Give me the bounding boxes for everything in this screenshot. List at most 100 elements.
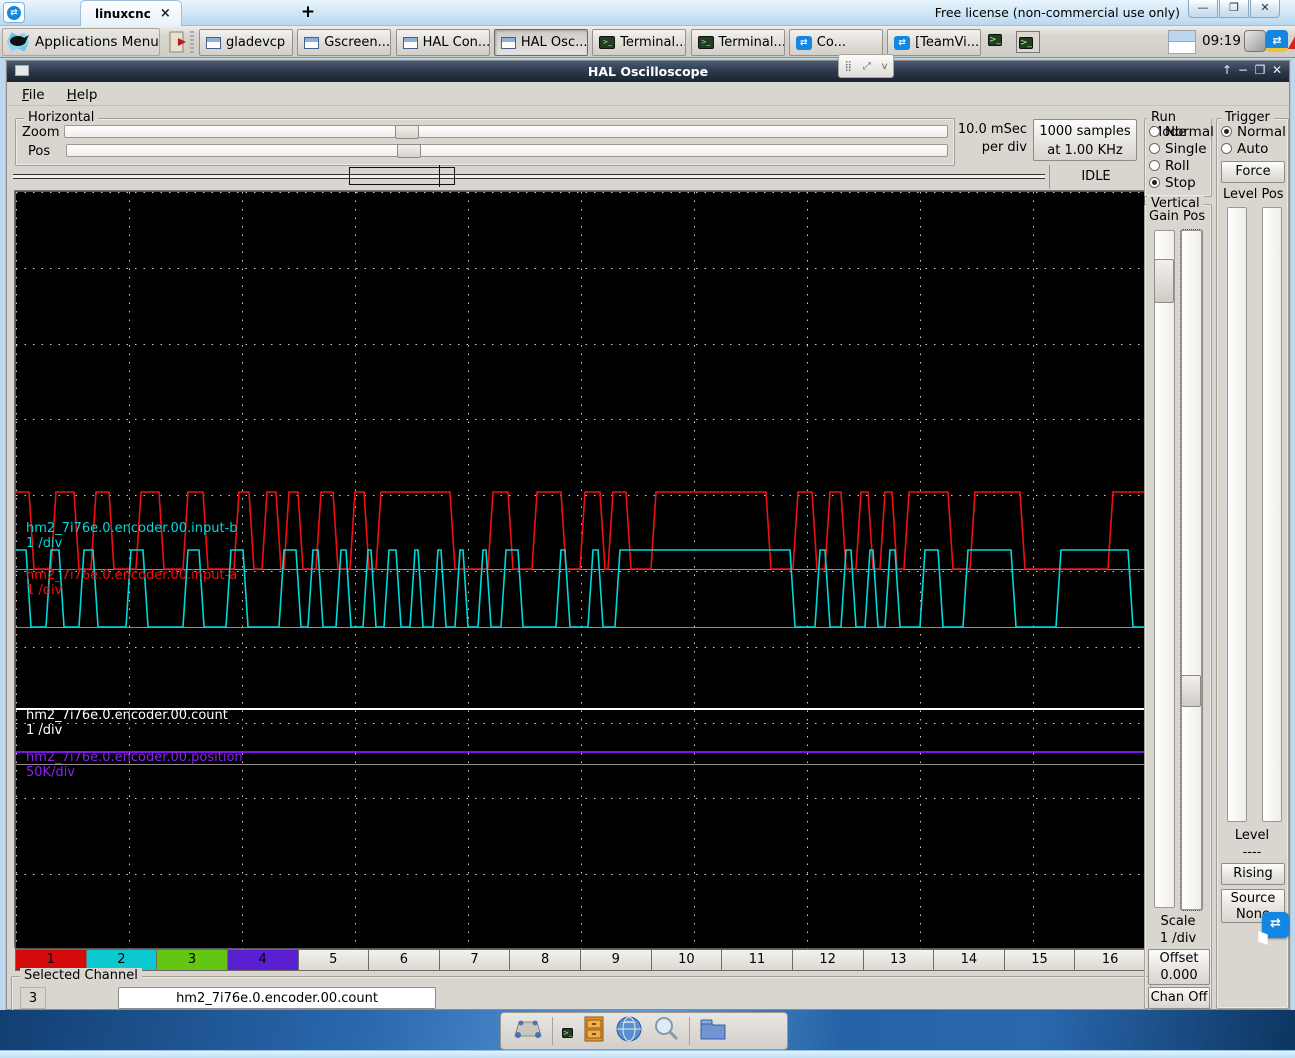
channel-button-9[interactable]: 9 [580,949,652,971]
radio-label: Stop [1165,174,1196,191]
taskbar-button-terminal-[interactable]: >_ Terminal... [592,29,687,56]
radio-label: Normal [1237,123,1286,140]
selected-channel-number: 3 [20,987,46,1009]
gain-pos-header: Gain Pos [1149,209,1206,224]
channel-button-15[interactable]: 15 [1003,949,1076,971]
new-tab-button[interactable]: + [295,3,321,23]
trigger-option-auto[interactable]: Auto [1221,140,1287,157]
radio-label: Normal [1165,123,1214,140]
teamviewer-collapsed-toolbar[interactable]: ⣿ ⤢ v [838,54,894,78]
menubar: File Help [8,83,1289,106]
minimize-button[interactable]: — [1188,0,1218,18]
channel-button-8[interactable]: 8 [509,949,581,971]
tool-tray-icon[interactable] [1244,30,1266,52]
browser-tab-linuxcnc[interactable]: linuxcnc × [80,0,182,26]
channel-button-7[interactable]: 7 [438,949,511,971]
hpos-slider[interactable] [66,144,948,158]
zoom-slider[interactable] [64,125,948,139]
offset-button[interactable]: Offset 0.000 [1148,949,1210,985]
run-mode-option-roll[interactable]: Roll [1149,157,1211,174]
teamviewer-tray-icon[interactable]: ⇄ [1266,30,1288,52]
run-mode-option-single[interactable]: Single [1149,140,1211,157]
vertical-pos-handle[interactable] [1181,675,1201,707]
maximize-button[interactable]: ❐ [1219,0,1249,18]
dock-launcher-terminal-icon[interactable]: >_ [562,1024,574,1039]
taskbar-button-co-[interactable]: ⇄ Co... [788,29,883,56]
taskbar-button-label: Co... [816,35,846,50]
channel-button-14[interactable]: 14 [933,949,1005,971]
record-line [13,174,1045,179]
selected-channel-group: Selected Channel 3 hm2_7i76e.0.encoder.0… [11,968,1151,1014]
scope-screen[interactable]: hm2_7i76e.0.encoder.00.input-b 1 /div hm2… [15,191,1146,950]
dock-separator [552,1017,553,1045]
menu-help[interactable]: Help [63,86,102,105]
terminal-icon: >_ [599,36,616,49]
dock-separator [689,1017,691,1045]
taskbar-button--teamvi-[interactable]: ⇄ [TeamVi... [887,29,982,56]
dock-launcher-show-desktop-icon[interactable] [513,1016,543,1046]
trigger-level-slider[interactable] [1227,207,1247,822]
radio-icon [1149,126,1160,137]
selected-channel-name-button[interactable]: hm2_7i76e.0.encoder.00.count [118,987,436,1009]
trace-label-count: hm2_7i76e.0.encoder.00.count 1 /div [26,708,228,738]
teamviewer-panel-icon[interactable]: ⇄ [1258,912,1289,946]
edge-button[interactable]: Rising [1221,863,1285,885]
channel-button-10[interactable]: 10 [650,949,723,971]
terminal-icon: >_ [1019,37,1034,49]
chevron-down-icon[interactable]: v [882,61,888,72]
channel-button-5[interactable]: 5 [297,949,370,971]
menu-file[interactable]: File [18,86,49,105]
close-button[interactable]: ✕ [1269,63,1285,77]
taskbar-button-hal-osc-[interactable]: HAL Osc... [493,29,588,56]
workspace-switcher[interactable] [1168,30,1196,54]
hpos-slider-handle[interactable] [397,144,421,158]
trace-label-input-a: hm2_7i76e.0.encoder.00.input-a 1 /div [26,568,238,598]
taskbar-button-hal-con-[interactable]: HAL Con... [395,29,490,56]
dock-launcher-file-manager-icon[interactable] [699,1016,727,1046]
dock-launcher-web-browser-icon[interactable] [615,1015,643,1047]
expand-icon[interactable]: ⤢ [863,61,871,72]
channel-button-16[interactable]: 16 [1074,949,1146,971]
dock-launcher-search-icon[interactable] [652,1015,680,1047]
trigger-pos-slider[interactable] [1262,207,1282,822]
terminal-icon: >_ [562,1027,574,1038]
channel-button-13[interactable]: 13 [862,949,935,971]
drag-grid-icon[interactable]: ⣿ [844,61,851,72]
zoom-label: Zoom [22,125,60,140]
window-title: HAL Oscilloscope [587,64,709,79]
run-mode-option-normal[interactable]: Normal [1149,123,1214,140]
channel-button-6[interactable]: 6 [368,949,440,971]
channel-button-3[interactable]: 3 [156,949,228,971]
applications-menu-button[interactable]: Applications Menu [2,28,160,56]
taskbar-button-label: Terminal... [718,35,785,50]
vertical-gain-slider[interactable] [1154,230,1175,908]
vertical-gain-handle[interactable] [1154,259,1174,303]
trigger-position-marker [439,165,440,187]
taskbar-button-terminal-[interactable]: >_ Terminal... [690,29,785,56]
channel-button-11[interactable]: 11 [721,949,793,971]
terminal-tray-button-2[interactable]: >_ [1016,31,1040,53]
dock-launcher-file-cabinet-icon[interactable] [582,1015,606,1047]
restore-button[interactable]: ❐ [1252,63,1268,77]
channel-button-4[interactable]: 4 [226,949,299,971]
record-preview[interactable] [9,165,1049,187]
close-button[interactable]: ✕ [1250,0,1280,18]
rollup-button[interactable]: ↑ [1219,63,1235,77]
run-mode-option-stop[interactable]: Stop [1149,174,1211,191]
samples-button[interactable]: 1000 samples at 1.00 KHz [1033,119,1137,161]
channel-button-12[interactable]: 12 [791,949,864,971]
chan-off-button[interactable]: Chan Off [1148,987,1210,1009]
tab-close-icon[interactable]: × [160,6,171,21]
trigger-option-normal[interactable]: Normal [1221,123,1287,140]
taskbar-button-gscreen-[interactable]: Gscreen... [297,29,392,56]
terminal-tray-button[interactable]: >_ [988,31,1012,53]
window-titlebar[interactable]: HAL Oscilloscope ↑ − ❐ ✕ [7,61,1289,82]
taskbar-button-gladevcp[interactable]: gladevcp [199,29,293,56]
force-button[interactable]: Force [1221,161,1285,183]
minimize-button[interactable]: − [1235,63,1251,77]
logout-button[interactable] [163,28,197,56]
zoom-slider-handle[interactable] [395,125,419,139]
warning-icon[interactable]: ! [1288,31,1295,49]
vertical-pos-slider[interactable] [1180,229,1203,911]
radio-icon [1221,143,1232,154]
